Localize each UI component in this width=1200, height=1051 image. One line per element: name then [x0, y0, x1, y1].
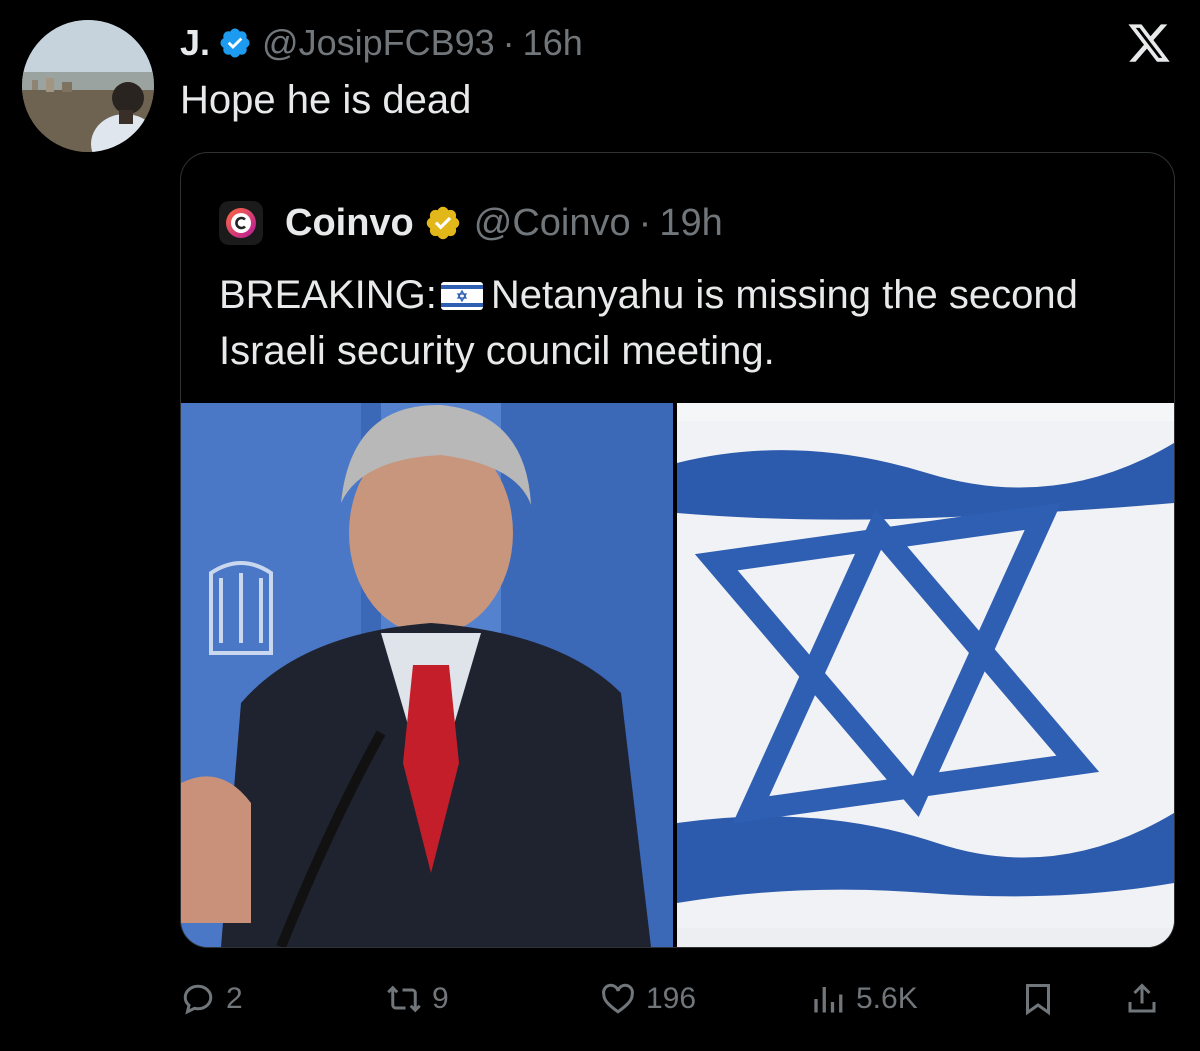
avatar-photo — [22, 20, 154, 152]
like-button[interactable]: 196 — [600, 974, 696, 1024]
verified-badge-icon[interactable] — [218, 26, 252, 60]
coinvo-logo-icon[interactable] — [219, 201, 263, 245]
tweet-text: Hope he is dead — [180, 78, 472, 122]
bookmark-button[interactable] — [1020, 974, 1066, 1024]
person-at-podium-image[interactable] — [181, 403, 673, 947]
author-name[interactable]: J. — [180, 22, 210, 64]
gold-verified-badge-icon[interactable] — [424, 204, 462, 242]
quoted-author-name[interactable]: Coinvo — [285, 202, 414, 245]
tweet-actions: 2 9 196 5.6K — [180, 974, 1170, 1024]
media-grid — [181, 403, 1174, 947]
quoted-author-handle[interactable]: @Coinvo — [474, 202, 631, 245]
israel-flag-icon — [440, 282, 483, 310]
like-icon — [602, 983, 634, 1014]
israeli-flag-image[interactable] — [677, 403, 1174, 947]
repost-button[interactable]: 9 — [386, 974, 449, 1024]
bookmark-icon — [1026, 984, 1050, 1016]
reply-count: 2 — [226, 982, 243, 1015]
author-handle[interactable]: @JosipFCB93 — [262, 22, 495, 64]
quoted-separator-dot: · — [638, 201, 652, 244]
quoted-tweet-time[interactable]: 19h — [659, 202, 722, 245]
repost-count: 9 — [432, 982, 449, 1015]
like-count: 196 — [646, 982, 697, 1015]
share-icon — [1128, 983, 1156, 1013]
quoted-tweet-card[interactable]: Coinvo @Coinvo · 19h BREAKING: Netanyahu… — [180, 152, 1175, 948]
separator-dot: · — [502, 22, 515, 63]
quoted-tweet-header: Coinvo @Coinvo · 19h — [219, 199, 723, 247]
views-button[interactable]: 5.6K — [810, 974, 918, 1024]
author-avatar[interactable] — [22, 20, 154, 152]
reply-button[interactable]: 2 — [180, 974, 243, 1024]
quoted-text-prefix: BREAKING: — [219, 273, 437, 317]
views-icon — [814, 987, 843, 1013]
tweet-time[interactable]: 16h — [523, 22, 583, 64]
tweet-header: J. @JosipFCB93 · 16h — [180, 18, 583, 68]
reply-icon — [183, 984, 213, 1015]
share-button[interactable] — [1124, 974, 1170, 1024]
views-count: 5.6K — [856, 982, 918, 1015]
x-logo-icon — [1128, 24, 1170, 62]
repost-icon — [387, 985, 421, 1013]
quoted-tweet-text: BREAKING: Netanyahu is missing the secon… — [219, 267, 1149, 379]
